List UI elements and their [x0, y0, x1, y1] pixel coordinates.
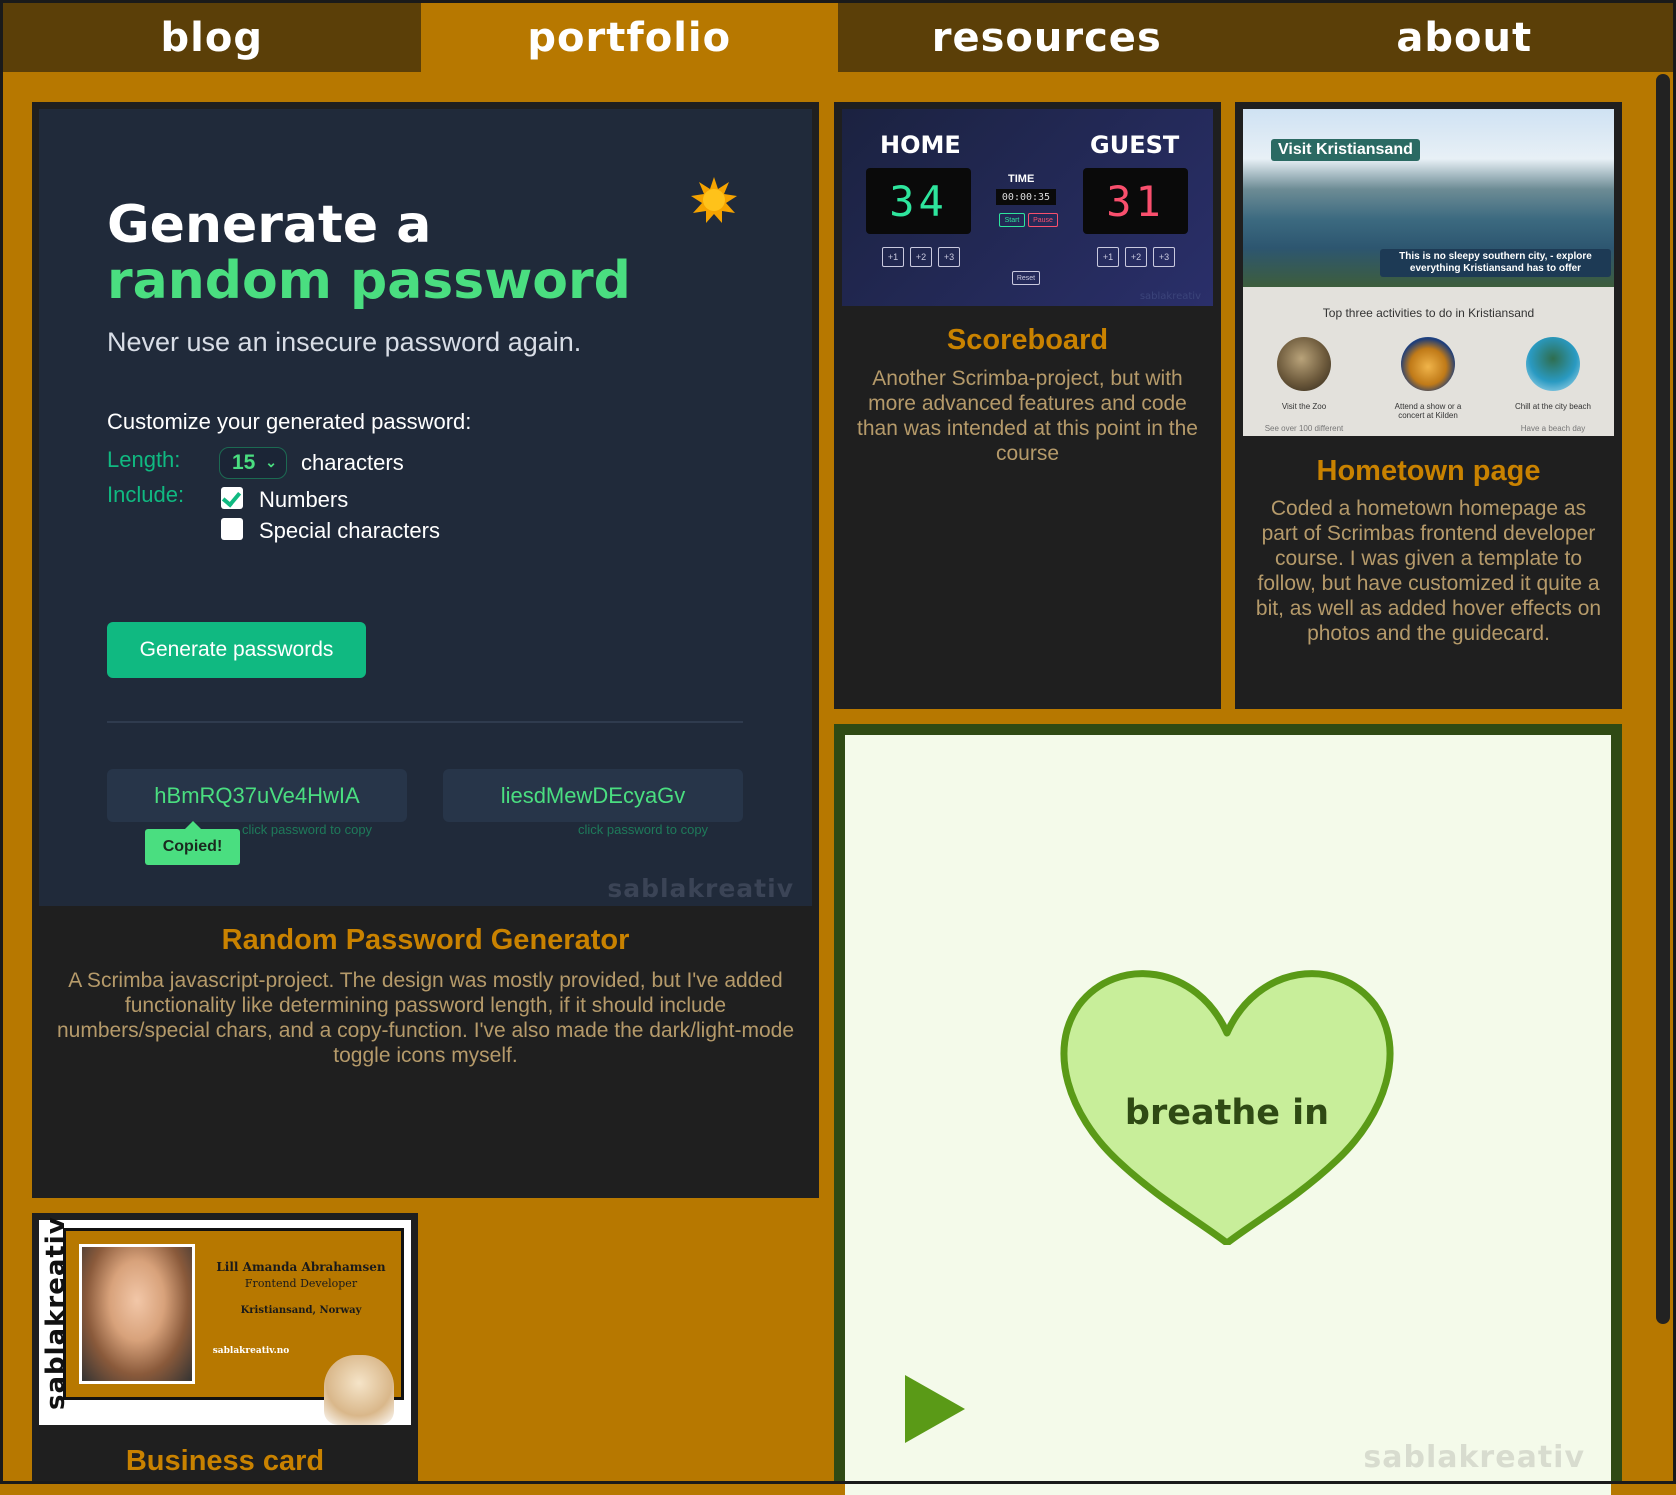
project-card-password-generator[interactable]: Generate a random password Never use an … [32, 102, 819, 1198]
dog-image [324, 1355, 394, 1425]
activity-sub-3: Have a beach day [1520, 424, 1586, 433]
sun-icon[interactable] [689, 175, 739, 225]
special-chars-label: Special characters [259, 518, 440, 543]
copied-tooltip: Copied! [145, 821, 240, 865]
pw-include-label: Include: [107, 482, 185, 507]
zoo-image [1277, 337, 1331, 391]
vertical-brand-text: sablakreativ [41, 1216, 71, 1410]
breathe-preview: breathe in sablakreativ [845, 735, 1611, 1495]
project-card-hometown[interactable]: Visit Kristiansand This is no sleepy sou… [1235, 102, 1622, 709]
card-description: A Scrimba javascript-project. The design… [56, 969, 795, 1067]
length-select[interactable]: 15 ⌄ [219, 447, 287, 479]
time-label: TIME [1008, 173, 1035, 185]
bc-website: sablakreativ.no [212, 1346, 290, 1356]
section-title: Top three activities to do in Kristiansa… [1322, 306, 1535, 320]
project-card-breathe[interactable]: breathe in sablakreativ [834, 724, 1622, 1495]
beach-image [1526, 337, 1580, 391]
pw-heading: Generate a random password [107, 197, 631, 309]
special-chars-checkbox[interactable] [221, 518, 243, 540]
time-value: 00:00:35 [996, 189, 1056, 205]
home-plus-1-button[interactable]: +1 [882, 247, 904, 267]
business-card-preview: sablakreativ Lill Amanda Abrahamsen Fron… [39, 1216, 411, 1425]
avatar [79, 1244, 195, 1384]
card-title: Scoreboard [946, 324, 1109, 356]
scoreboard-preview: HOME GUEST 34 31 +1 +2 +3 +1 +2 +3 TIME … [842, 109, 1213, 306]
password-output-1[interactable]: hBmRQ37uVe4HwIA [107, 769, 407, 822]
tab-resources[interactable]: resources [838, 3, 1256, 72]
pw-characters-label: characters [301, 450, 404, 475]
bc-name: Lill Amanda Abrahamsen [216, 1260, 386, 1274]
card-title: Hometown page [1316, 455, 1541, 487]
pause-button[interactable]: Pause [1028, 213, 1058, 227]
password-generator-preview: Generate a random password Never use an … [39, 109, 812, 906]
breathe-text: breathe in [1124, 1093, 1330, 1133]
numbers-label: Numbers [259, 487, 349, 512]
play-icon[interactable] [905, 1375, 965, 1443]
card-description: Coded a hometown homepage as part of Scr… [1255, 497, 1602, 645]
numbers-checkbox[interactable] [221, 487, 243, 509]
hero-title: Visit Kristiansand [1271, 139, 1420, 161]
chevron-down-icon: ⌄ [265, 454, 277, 470]
activity-label-1: Visit the Zoo [1281, 402, 1327, 411]
password-output-2[interactable]: liesdMewDEcyaGv [443, 769, 743, 822]
guest-plus-2-button[interactable]: +2 [1125, 247, 1147, 267]
copy-hint-2: click password to copy [578, 822, 709, 837]
home-score: 34 [866, 168, 971, 234]
kilden-image [1401, 337, 1455, 391]
main-nav: blog portfolio resources about [3, 3, 1673, 72]
reset-button[interactable]: Reset [1012, 271, 1040, 285]
vertical-scrollbar[interactable] [1656, 74, 1670, 1324]
bc-role: Frontend Developer [244, 1277, 358, 1290]
project-card-scoreboard[interactable]: HOME GUEST 34 31 +1 +2 +3 +1 +2 +3 TIME … [834, 102, 1221, 709]
home-label: HOME [880, 131, 961, 159]
hero-caption: This is no sleepy southern city, - explo… [1380, 249, 1611, 277]
pw-subtitle: Never use an insecure password again. [107, 327, 582, 357]
project-card-business-card[interactable]: sablakreativ Lill Amanda Abrahamsen Fron… [32, 1213, 418, 1484]
activity-label-2: Attend a show or a concert at Kilden [1394, 402, 1462, 420]
start-button[interactable]: Start [999, 213, 1025, 227]
activity-sub-1: See over 100 different [1264, 424, 1344, 433]
hometown-preview: Visit Kristiansand This is no sleepy sou… [1243, 109, 1614, 436]
length-select-value: 15 [232, 451, 256, 474]
watermark: sablakreativ [607, 874, 794, 903]
divider [107, 721, 743, 723]
pw-heading-line2: random password [107, 251, 631, 311]
home-plus-3-button[interactable]: +3 [938, 247, 960, 267]
guest-buttons: +1 +2 +3 [1097, 247, 1175, 267]
guest-label: GUEST [1090, 131, 1180, 159]
card-title: Random Password Generator [221, 924, 630, 956]
activity-label-3: Chill at the city beach [1514, 402, 1592, 411]
generate-passwords-button[interactable]: Generate passwords [107, 622, 366, 678]
tab-about[interactable]: about [1255, 3, 1673, 72]
pw-customize-label: Customize your generated password: [107, 409, 472, 434]
guest-score: 31 [1083, 168, 1188, 234]
tab-portfolio[interactable]: portfolio [420, 3, 838, 72]
watermark: sablakreativ [1139, 291, 1201, 302]
tab-blog[interactable]: blog [3, 3, 421, 72]
home-plus-2-button[interactable]: +2 [910, 247, 932, 267]
bc-location: Kristiansand, Norway [240, 1305, 362, 1316]
pw-length-label: Length: [107, 447, 181, 472]
watermark: sablakreativ [1363, 1440, 1585, 1475]
card-title: Business card [125, 1445, 325, 1477]
guest-plus-3-button[interactable]: +3 [1153, 247, 1175, 267]
card-description: Another Scrimba-project, but with more a… [857, 367, 1198, 465]
home-buttons: +1 +2 +3 [882, 247, 960, 267]
guest-plus-1-button[interactable]: +1 [1097, 247, 1119, 267]
copy-hint-1: click password to copy [242, 822, 373, 837]
pw-heading-line1: Generate a [107, 195, 432, 255]
